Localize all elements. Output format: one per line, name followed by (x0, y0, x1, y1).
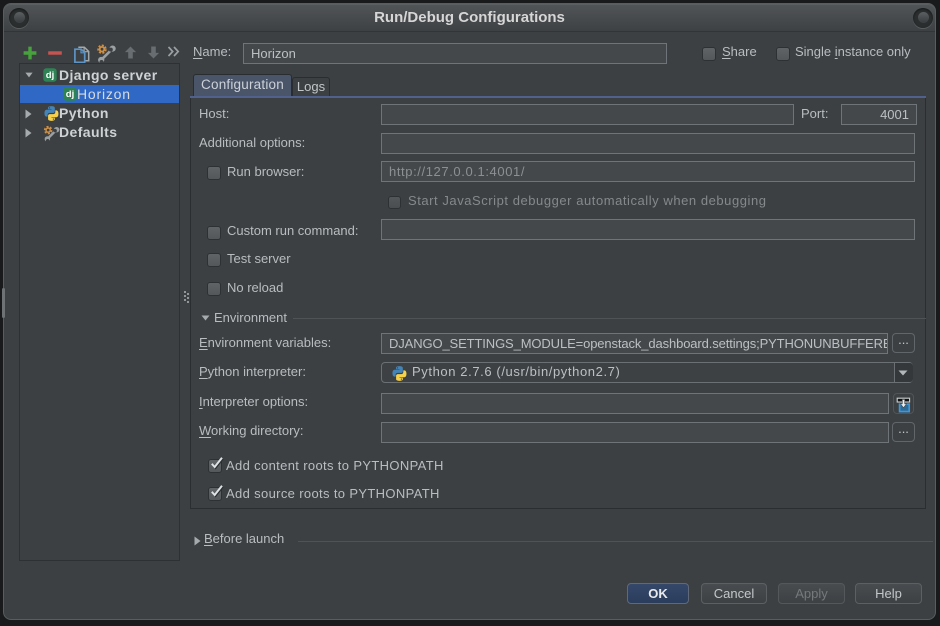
svg-text:dj: dj (46, 70, 54, 81)
svg-text:dj: dj (66, 89, 74, 100)
